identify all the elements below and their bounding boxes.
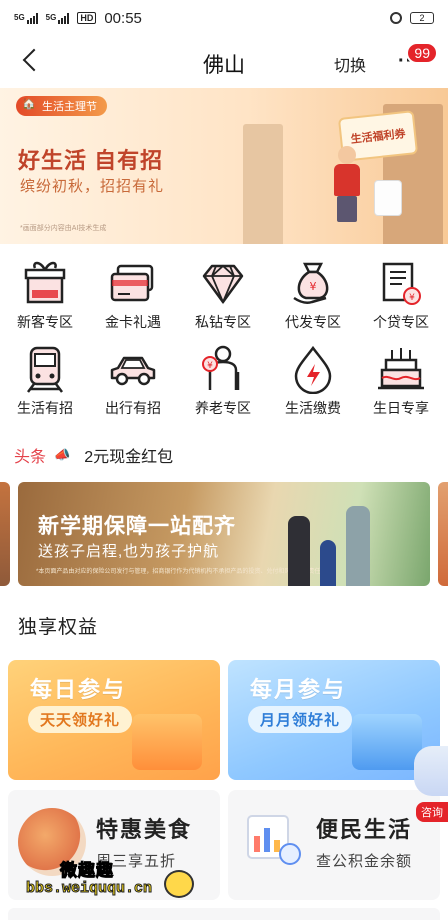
person-shape	[346, 506, 370, 586]
ticker-tag: 头条	[14, 449, 47, 466]
service-payroll[interactable]: ¥ 代发专区	[268, 258, 358, 332]
diamond-icon	[198, 258, 248, 308]
car-icon	[108, 344, 158, 394]
megaphone-icon: 📣	[54, 447, 71, 462]
carousel-next-peek	[438, 482, 448, 586]
hero-banner[interactable]: 生活主理节 好生活 自有招 缤纷初秋，招招有礼 *画面部分内容由AI技术生成 生…	[0, 88, 448, 244]
document-chart-icon	[240, 810, 304, 870]
bank-card-icon	[108, 258, 158, 308]
signal-label-2: 5G	[45, 13, 57, 22]
banner-illustration: 生活福利券	[233, 88, 448, 244]
service-life[interactable]: 生活有招	[0, 344, 90, 418]
notification-badge: 99	[406, 42, 438, 64]
banner-note: *画面部分内容由AI技术生成	[20, 225, 107, 232]
hd-icon: HD	[77, 12, 97, 24]
svg-text:¥: ¥	[409, 293, 415, 303]
assistant-icon	[414, 746, 448, 796]
person-shape	[288, 516, 310, 586]
headline-ticker[interactable]: 头条 📣 2元现金红包	[14, 440, 434, 470]
service-utilities[interactable]: 生活缴费	[268, 344, 358, 418]
page-title: 佛山	[203, 54, 245, 77]
festival-tag: 生活主理节	[16, 96, 107, 116]
header: 佛山 切换 ··· 99	[0, 36, 448, 88]
family-illustration	[280, 500, 390, 586]
train-icon	[20, 344, 70, 394]
svg-text:¥: ¥	[310, 280, 317, 293]
card-pill: 天天领好礼	[28, 706, 133, 733]
banner-title: 好生活 自有招	[18, 148, 164, 173]
alarm-icon	[390, 12, 402, 24]
daily-rewards-card[interactable]: 每日参与 天天领好礼	[8, 660, 220, 780]
carousel-prev-peek	[0, 482, 10, 586]
card-title: 便民生活	[316, 817, 413, 842]
battery-icon: 2	[410, 12, 434, 24]
service-label: 个贷专区	[373, 314, 429, 330]
service-personal-loan[interactable]: ¥ 个贷专区	[356, 258, 446, 332]
watermark: 微趣趣 bbs.weiququ.cn	[25, 856, 226, 906]
card-title: 特惠美食	[96, 817, 193, 842]
section-title: 独享权益	[18, 617, 99, 638]
clock: 00:55	[104, 9, 142, 27]
card-subtitle: 查公积金余额	[316, 853, 413, 870]
duck-icon	[164, 870, 194, 898]
child-figure	[328, 146, 368, 226]
promo-disclaimer: *本页面产品由对应的保险公司发行与管理，招商银行作为代销机构不承担产品的投资、兑…	[36, 569, 321, 575]
banner-subtitle: 缤纷初秋，招招有礼	[20, 178, 165, 195]
consult-float-button[interactable]: 咨询	[408, 746, 448, 824]
service-label: 生活缴费	[285, 400, 341, 416]
suitcase-icon	[374, 180, 402, 216]
signal-label-1: 5G	[14, 13, 25, 22]
service-label: 金卡礼遇	[105, 314, 161, 330]
loan-document-icon: ¥	[376, 258, 426, 308]
gift-icon	[20, 258, 70, 308]
building-shape	[243, 124, 283, 244]
signal-icon	[26, 12, 38, 24]
calendar-building-icon	[132, 714, 202, 770]
birthday-cake-icon	[376, 344, 426, 394]
promo-banner[interactable]: 新学期保障一站配齐 送孩子启程,也为孩子护航 *本页面产品由对应的保险公司发行与…	[18, 482, 430, 586]
card-pill: 月月领好礼	[248, 706, 353, 733]
service-travel[interactable]: 出行有招	[88, 344, 178, 418]
watermark-line1: 微趣趣	[60, 861, 114, 881]
switch-city-button[interactable]: 切换	[334, 52, 366, 76]
consult-label: 咨询	[416, 802, 448, 822]
card-title: 每日参与	[30, 677, 127, 702]
service-label: 出行有招	[105, 400, 161, 416]
elderly-icon: ¥	[198, 344, 248, 394]
promo-title: 新学期保障一站配齐	[38, 515, 236, 538]
service-label: 养老专区	[195, 400, 251, 416]
service-elderly[interactable]: ¥ 养老专区	[178, 344, 268, 418]
status-bar: 5G 5G HD 00:55 2	[0, 0, 448, 36]
service-new-customer[interactable]: 新客专区	[0, 258, 90, 332]
service-label: 生日专享	[373, 400, 429, 416]
signal-icon	[58, 12, 70, 24]
card-title: 每月参与	[250, 677, 347, 702]
watermark-line2: bbs.weiququ.cn	[25, 880, 153, 898]
promo-subtitle: 送孩子启程,也为孩子护航	[38, 543, 220, 560]
service-label: 生活有招	[17, 400, 73, 416]
utility-bolt-icon	[288, 344, 338, 395]
person-shape	[320, 540, 336, 586]
service-birthday[interactable]: 生日专享	[356, 344, 446, 418]
service-label: 私钻专区	[195, 314, 251, 330]
ticker-text: 2元现金红包	[84, 449, 174, 466]
service-diamond[interactable]: 私钻专区	[178, 258, 268, 332]
service-label: 代发专区	[285, 314, 341, 330]
money-bag-icon: ¥	[288, 258, 338, 308]
service-gold-card[interactable]: 金卡礼遇	[88, 258, 178, 332]
svg-text:¥: ¥	[207, 361, 213, 371]
service-label: 新客专区	[17, 314, 73, 330]
next-card-peek	[8, 908, 440, 920]
service-grid: 新客专区 金卡礼遇 私钻专区 ¥ 代发专区 ¥ 个贷专区 生活有招 出行有招 ¥…	[0, 254, 448, 428]
